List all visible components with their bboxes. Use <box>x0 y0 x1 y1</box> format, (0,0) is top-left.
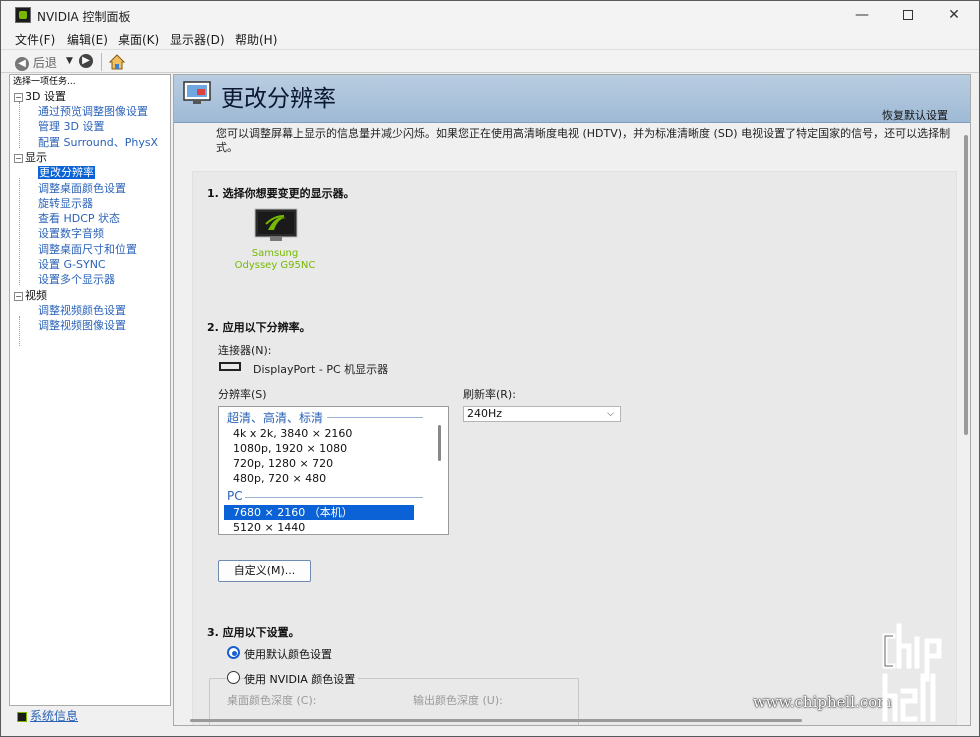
vertical-scrollbar[interactable] <box>964 135 968 435</box>
tree-item-video-image[interactable]: 调整视频图像设置 <box>38 318 126 333</box>
connector-label: 连接器(N): <box>218 344 272 357</box>
page-title: 更改分辨率 <box>221 86 336 112</box>
horizontal-scrollbar[interactable] <box>190 719 802 722</box>
page-description: 您可以调整屏幕上显示的信息量并减少闪烁。如果您正在使用高清晰度电视 (HDTV)… <box>216 127 951 154</box>
system-info-link[interactable]: 系统信息 <box>9 706 171 726</box>
displayport-icon <box>219 362 241 371</box>
task-tree-panel: 选择一项任务... −3D 设置 通过预览调整图像设置 管理 3D 设置 配置 … <box>9 74 171 706</box>
toolbar-divider <box>101 53 102 71</box>
step-1-heading: 1. 选择你想要变更的显示器。 <box>207 187 355 200</box>
resolution-option[interactable]: 5120 × 1440 <box>224 520 414 534</box>
forward-arrow-icon: ▶ <box>79 54 93 68</box>
chevron-down-icon: ⌵ <box>607 409 614 419</box>
tree-item-hdcp[interactable]: 查看 HDCP 状态 <box>38 211 120 226</box>
collapse-icon[interactable]: − <box>14 291 23 301</box>
group-divider <box>245 497 423 498</box>
resolution-group-pc: PC <box>227 489 243 503</box>
collapse-icon[interactable]: − <box>14 153 23 163</box>
back-label: 后退 <box>32 56 57 70</box>
radio-nvidia-color-label: 使用 NVIDIA 颜色设置 <box>244 671 359 687</box>
resolution-option-selected[interactable]: 7680 × 2160 （本机） <box>224 505 414 520</box>
tree-category-video[interactable]: − 视频 <box>14 288 47 303</box>
listbox-scrollbar[interactable] <box>438 425 441 461</box>
desktop-color-depth-label: 桌面颜色深度 (C): <box>227 694 317 707</box>
output-color-depth-label: 输出颜色深度 (U): <box>413 694 503 707</box>
maximize-icon <box>903 10 913 20</box>
system-info-icon <box>17 711 27 722</box>
tree-item-surround[interactable]: 配置 Surround、PhysX <box>38 135 158 150</box>
tree-item-change-resolution[interactable]: 更改分辨率 <box>38 165 95 180</box>
menu-bar: 文件(F) 编辑(E) 桌面(K) 显示器(D) 帮助(H) <box>1 29 979 49</box>
menu-file[interactable]: 文件(F) <box>15 31 55 48</box>
menu-desktop[interactable]: 桌面(K) <box>118 31 159 48</box>
page-banner: 更改分辨率 恢复默认设置 <box>174 75 970 123</box>
back-arrow-icon: ◀ <box>15 56 29 71</box>
window-title: NVIDIA 控制面板 <box>37 10 131 24</box>
menu-display[interactable]: 显示器(D) <box>170 31 225 48</box>
tree-connector <box>19 178 20 285</box>
home-icon[interactable] <box>108 53 126 71</box>
forward-button[interactable]: ▶ <box>79 54 93 68</box>
display-settings-icon <box>183 81 211 104</box>
radio-default-color[interactable] <box>227 646 240 659</box>
radio-default-color-label: 使用默认颜色设置 <box>244 648 332 661</box>
close-button[interactable]: ✕ <box>931 1 977 29</box>
refresh-rate-label: 刷新率(R): <box>463 388 516 401</box>
tree-item-video-color[interactable]: 调整视频颜色设置 <box>38 303 126 318</box>
tree-item-gsync[interactable]: 设置 G-SYNC <box>38 257 106 272</box>
restore-defaults-link[interactable]: 恢复默认设置 <box>882 107 948 123</box>
watermark-url: www.chiphell.com <box>753 693 892 711</box>
resolution-listbox[interactable]: 超清、高清、标清 4k x 2k, 3840 × 2160 1080p, 192… <box>218 406 449 535</box>
collapse-icon[interactable]: − <box>14 92 23 102</box>
task-header: 选择一项任务... <box>10 75 170 89</box>
tree-item-multi-display[interactable]: 设置多个显示器 <box>38 272 115 287</box>
tree-category-display[interactable]: − 显示 <box>14 150 47 165</box>
minimize-button[interactable]: — <box>839 1 885 29</box>
back-button[interactable]: ◀ 后退 <box>15 54 57 71</box>
tree-item-rotate-display[interactable]: 旋转显示器 <box>38 196 93 211</box>
customize-button[interactable]: 自定义(M)... <box>218 560 311 582</box>
resolution-group-hd: 超清、高清、标清 <box>227 411 324 425</box>
monitor-name: Samsung Odyssey G95NC <box>234 248 316 271</box>
menu-help[interactable]: 帮助(H) <box>235 31 277 48</box>
toolbar: ◀ 后退 ▼ ▶ <box>1 49 979 73</box>
menu-edit[interactable]: 编辑(E) <box>67 31 108 48</box>
title-bar: NVIDIA 控制面板 — ✕ <box>1 1 979 29</box>
tree-connector <box>19 102 20 148</box>
step-3-heading: 3. 应用以下设置。 <box>207 626 300 639</box>
nvidia-app-icon <box>15 7 31 23</box>
group-divider <box>327 417 423 418</box>
step-2-heading: 2. 应用以下分辨率。 <box>207 321 311 334</box>
history-dropdown-icon[interactable]: ▼ <box>66 56 73 66</box>
resolution-option[interactable]: 4k x 2k, 3840 × 2160 <box>224 426 414 441</box>
chiphell-logo <box>882 623 942 722</box>
tree-connector <box>19 316 20 346</box>
radio-nvidia-color[interactable] <box>227 671 240 684</box>
resolution-option[interactable]: 1080p, 1920 × 1080 <box>224 441 414 456</box>
connector-value: DisplayPort - PC 机显示器 <box>253 363 389 376</box>
tree-item-desktop-color[interactable]: 调整桌面颜色设置 <box>38 181 126 196</box>
resolution-label: 分辨率(S) <box>218 388 267 401</box>
resolution-option[interactable]: 480p, 720 × 480 <box>224 471 414 486</box>
tree-item-digital-audio[interactable]: 设置数字音频 <box>38 226 104 241</box>
tree-item-desktop-size[interactable]: 调整桌面尺寸和位置 <box>38 242 137 257</box>
tree-category-3d[interactable]: −3D 设置 <box>14 89 66 104</box>
monitor-icon[interactable] <box>254 208 298 244</box>
main-content-panel: 更改分辨率 恢复默认设置 您可以调整屏幕上显示的信息量并减少闪烁。如果您正在使用… <box>173 74 971 726</box>
resolution-option[interactable]: 720p, 1280 × 720 <box>224 456 414 471</box>
tree-item-preview[interactable]: 通过预览调整图像设置 <box>38 104 148 119</box>
nvidia-control-panel-window: NVIDIA 控制面板 — ✕ 文件(F) 编辑(E) 桌面(K) 显示器(D)… <box>0 0 980 737</box>
maximize-button[interactable] <box>885 1 931 29</box>
refresh-rate-select[interactable]: 240Hz ⌵ <box>463 406 621 422</box>
tree-item-manage-3d[interactable]: 管理 3D 设置 <box>38 119 104 134</box>
